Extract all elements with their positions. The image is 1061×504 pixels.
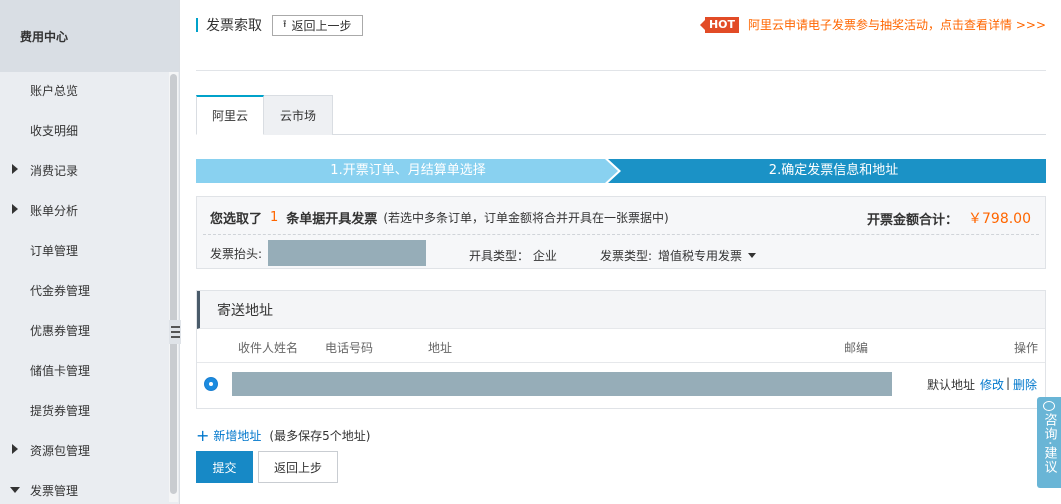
title-accent-bar — [196, 18, 198, 32]
chat-icon — [1043, 401, 1055, 411]
shipping-address-panel: 寄送地址 收件人姓名 电话号码 地址 邮编 操作 默认地址 修改 | 删除 — [196, 290, 1046, 409]
edit-address-link[interactable]: 修改 — [980, 376, 1004, 393]
address-row-redacted — [232, 372, 892, 396]
title-bar: 发票索取 ⭱ 返回上一步 — [196, 14, 363, 36]
caret-down-icon — [10, 487, 20, 493]
address-table-header: 收件人姓名 电话号码 地址 邮编 操作 — [197, 329, 1045, 363]
tab-aliyun[interactable]: 阿里云 — [196, 95, 264, 135]
invoice-summary: 您选取了 1 条单据开具发票 (若选中多条订单，订单金额将合并开具在一张票据中)… — [196, 196, 1046, 269]
default-address-label: 默认地址 — [927, 378, 976, 392]
add-address-row: + 新增地址 (最多保存5个地址) — [196, 427, 370, 444]
scrollbar-thumb[interactable] — [170, 74, 177, 494]
chevron-down-icon — [748, 253, 757, 258]
sidebar-item-label: 订单管理 — [30, 243, 79, 258]
sidebar-item-account-overview[interactable]: 账户总览 — [0, 70, 168, 110]
sidebar-item-transactions[interactable]: 收支明细 — [0, 110, 168, 150]
action-separator: | — [1006, 376, 1011, 390]
sidebar-item-stored-value-cards[interactable]: 储值卡管理 — [0, 350, 168, 390]
sidebar-item-label: 代金券管理 — [30, 283, 91, 298]
sidebar-item-pickup-vouchers[interactable]: 提货券管理 — [0, 390, 168, 430]
table-row: 默认地址 修改 | 删除 — [197, 363, 1045, 407]
invoice-type-label: 发票类型: — [600, 249, 653, 263]
address-section-title: 寄送地址 — [197, 291, 1045, 329]
up-arrow-icon: ⭱ — [283, 18, 287, 30]
hot-badge: HOT — [699, 16, 740, 33]
sidebar-title: 费用中心 — [0, 0, 179, 72]
dashed-divider — [203, 234, 1039, 235]
issue-type: 开具类型： 企业 — [469, 249, 557, 263]
total-value: ￥798.00 — [968, 211, 1031, 227]
sidebar-item-label: 发票管理 — [30, 483, 79, 498]
sidebar-item-label: 账单分析 — [30, 203, 79, 218]
progress-steps: 1.开票订单、月结算单选择 2.确定发票信息和地址 — [196, 159, 1046, 183]
sidebar-item-label: 优惠券管理 — [30, 323, 91, 338]
selected-prefix: 您选取了 — [210, 211, 263, 227]
promo-link[interactable]: HOT 阿里云申请电子发票参与抽奖活动，点击查看详情 >>> — [699, 16, 1046, 33]
step-2: 2.确定发票信息和地址 — [607, 159, 1046, 183]
tab-cloud-market[interactable]: 云市场 — [263, 95, 333, 135]
feedback-label: 咨询·建议 — [1041, 413, 1057, 475]
caret-right-icon — [12, 164, 18, 174]
sidebar-collapse-icon[interactable] — [169, 320, 181, 344]
selection-note: (若选中多条订单，订单金额将合并开具在一张票据中) — [383, 210, 669, 225]
invoice-type-value: 增值税专用发票 — [658, 249, 743, 263]
address-radio[interactable] — [204, 377, 218, 391]
sidebar-item-resource-packs[interactable]: 资源包管理 — [0, 430, 168, 470]
delete-address-link[interactable]: 删除 — [1013, 376, 1037, 393]
sidebar-item-orders[interactable]: 订单管理 — [0, 230, 168, 270]
invoice-header-value-redacted — [268, 240, 427, 266]
selected-count: 1 — [270, 209, 279, 225]
col-address: 地址 — [428, 341, 453, 355]
sidebar: 费用中心 账户总览 收支明细 消费记录 账单分析 订单管理 代金券管理 优惠券管… — [0, 0, 181, 504]
step-1: 1.开票订单、月结算单选择 — [196, 159, 620, 183]
tab-bar: 云市场 阿里云 — [196, 95, 1046, 135]
add-address-note: (最多保存5个地址) — [269, 429, 371, 443]
caret-right-icon — [12, 204, 18, 214]
promo-text: 阿里云申请电子发票参与抽奖活动，点击查看详情 >>> — [748, 18, 1046, 32]
sidebar-item-label: 消费记录 — [30, 163, 79, 178]
back-step-button[interactable]: 返回上步 — [258, 451, 338, 483]
sidebar-item-label: 账户总览 — [30, 83, 79, 98]
col-zipcode: 邮编 — [844, 341, 869, 355]
caret-right-icon — [12, 444, 18, 454]
back-button-label: 返回上一步 — [291, 18, 352, 33]
sidebar-item-label: 提货券管理 — [30, 403, 91, 418]
selected-suffix: 条单据开具发票 — [286, 211, 378, 227]
invoice-header-row: 发票抬头: — [210, 240, 427, 266]
add-address-link[interactable]: 新增地址 — [213, 427, 261, 444]
invoice-total: 开票金额合计： ￥798.00 — [867, 208, 1031, 228]
sidebar-item-bill-analysis[interactable]: 账单分析 — [0, 190, 168, 230]
divider — [196, 70, 1046, 71]
sidebar-item-coupons[interactable]: 优惠券管理 — [0, 310, 168, 350]
submit-button[interactable]: 提交 — [196, 451, 253, 483]
sidebar-scrollbar[interactable] — [169, 72, 178, 502]
invoice-type-select[interactable]: 发票类型: 增值税专用发票 — [600, 247, 757, 264]
plus-icon[interactable]: + — [196, 427, 209, 443]
sidebar-item-label: 收支明细 — [30, 123, 79, 138]
col-phone: 电话号码 — [325, 341, 374, 355]
invoice-header-label: 发票抬头: — [210, 246, 263, 261]
page-title: 发票索取 — [206, 18, 262, 34]
sidebar-item-label: 储值卡管理 — [30, 363, 91, 378]
sidebar-item-label: 资源包管理 — [30, 443, 91, 458]
feedback-widget[interactable]: 咨询·建议 — [1037, 397, 1061, 488]
sidebar-item-vouchers[interactable]: 代金券管理 — [0, 270, 168, 310]
col-recipient: 收件人姓名 — [238, 341, 299, 355]
back-button[interactable]: ⭱ 返回上一步 — [272, 14, 363, 36]
col-actions: 操作 — [1014, 341, 1039, 355]
total-label: 开票金额合计： — [866, 212, 958, 228]
sidebar-item-consumption[interactable]: 消费记录 — [0, 150, 168, 190]
tab-label: 阿里云 — [211, 109, 248, 123]
sidebar-item-invoices[interactable]: 发票管理 — [0, 470, 168, 504]
tab-label: 云市场 — [279, 109, 316, 123]
selection-summary: 您选取了 1 条单据开具发票 (若选中多条订单，订单金额将合并开具在一张票据中) — [210, 208, 669, 227]
